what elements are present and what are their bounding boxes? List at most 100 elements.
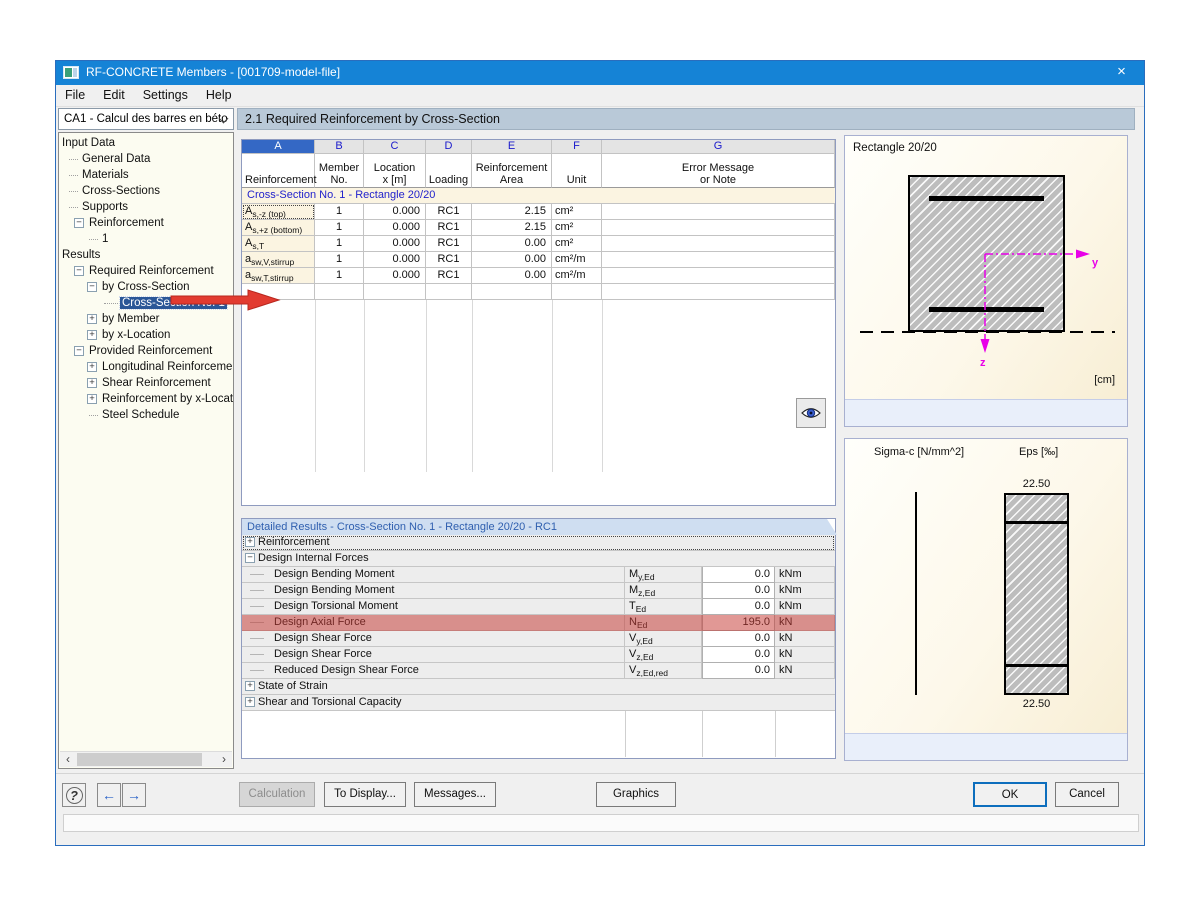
collapse-icon[interactable]: −: [87, 282, 97, 292]
tree-item-by-member[interactable]: + by Member: [59, 311, 233, 327]
cell-unit[interactable]: cm²: [552, 204, 602, 220]
cell-unit[interactable]: cm²: [552, 236, 602, 252]
tree-item-cross-sections[interactable]: Cross-Sections: [59, 183, 233, 199]
table-row-empty[interactable]: [242, 284, 837, 300]
expand-icon[interactable]: +: [245, 681, 255, 691]
cell-area[interactable]: 0.00: [472, 236, 552, 252]
tree-item-shear-reinforcement[interactable]: + Shear Reinforcement: [59, 375, 233, 391]
detail-row[interactable]: Design Bending Moment Mz,Ed 0.0 kNm: [242, 583, 835, 599]
cell-empty[interactable]: [472, 284, 552, 300]
detail-row[interactable]: Design Shear Force Vz,Ed 0.0 kN: [242, 647, 835, 663]
previous-panel-button[interactable]: ←: [97, 783, 121, 807]
expand-icon[interactable]: +: [87, 330, 97, 340]
expand-icon[interactable]: +: [87, 394, 97, 404]
cell-empty[interactable]: [364, 284, 426, 300]
cell-empty[interactable]: [602, 284, 835, 300]
row-label[interactable]: As,-z (top): [242, 204, 315, 220]
table-row[interactable]: asw,T,stirrup 1 0.000 RC1 0.00 cm²/m: [242, 268, 837, 284]
detail-row[interactable]: Design Bending Moment My,Ed 0.0 kNm: [242, 567, 835, 583]
cell-loading[interactable]: RC1: [426, 236, 472, 252]
collapse-icon[interactable]: −: [74, 218, 84, 228]
cell-empty[interactable]: [315, 284, 364, 300]
tree-item-materials[interactable]: Materials: [59, 167, 233, 183]
next-panel-button[interactable]: →: [122, 783, 146, 807]
column-letter-b[interactable]: B: [315, 140, 364, 154]
cell-note[interactable]: [602, 220, 835, 236]
tree-item-reinforcement-by-x-location[interactable]: + Reinforcement by x-Location: [59, 391, 233, 407]
collapse-icon[interactable]: −: [74, 266, 84, 276]
cell-member[interactable]: 1: [315, 252, 364, 268]
help-button[interactable]: ?: [62, 783, 86, 807]
tree-item-steel-schedule[interactable]: Steel Schedule: [59, 407, 233, 423]
tree-item-reinforcement-1[interactable]: 1: [59, 231, 233, 247]
detail-row[interactable]: Design Shear Force Vy,Ed 0.0 kN: [242, 631, 835, 647]
table-row[interactable]: As,+z (bottom) 1 0.000 RC1 2.15 cm²: [242, 220, 837, 236]
tree-item-required-reinforcement[interactable]: − Required Reinforcement: [59, 263, 233, 279]
messages-button[interactable]: Messages...: [414, 782, 496, 807]
cell-unit[interactable]: cm²: [552, 220, 602, 236]
scroll-left-icon[interactable]: ‹: [60, 752, 76, 767]
cell-loading[interactable]: RC1: [426, 268, 472, 284]
table-row[interactable]: As,-z (top) 1 0.000 RC1 2.15 cm²: [242, 204, 837, 220]
tree-item-reinforcement[interactable]: − Reinforcement: [59, 215, 233, 231]
cell-loading[interactable]: RC1: [426, 252, 472, 268]
cell-location[interactable]: 0.000: [364, 204, 426, 220]
detail-section-reinforcement[interactable]: + Reinforcement: [242, 535, 835, 551]
detail-row-value[interactable]: 0.0: [702, 663, 775, 679]
detail-row-design-axial-force-highlighted[interactable]: Design Axial Force NEd 195.0 kN: [242, 615, 835, 631]
detail-row-value[interactable]: 195.0: [702, 615, 775, 631]
expand-icon[interactable]: +: [245, 697, 255, 707]
tree-item-provided-reinforcement[interactable]: − Provided Reinforcement: [59, 343, 233, 359]
detail-row-value[interactable]: 0.0: [702, 567, 775, 583]
tree-item-general-data[interactable]: General Data: [59, 151, 233, 167]
menu-help[interactable]: Help: [197, 85, 241, 102]
cell-note[interactable]: [602, 268, 835, 284]
scroll-right-icon[interactable]: ›: [216, 752, 232, 767]
tree-item-longitudinal-reinforcement[interactable]: + Longitudinal Reinforcement: [59, 359, 233, 375]
ok-button[interactable]: OK: [973, 782, 1047, 807]
tree-item-input-data[interactable]: Input Data: [59, 135, 233, 151]
cell-location[interactable]: 0.000: [364, 252, 426, 268]
table-row[interactable]: asw,V,stirrup 1 0.000 RC1 0.00 cm²/m: [242, 252, 837, 268]
cell-loading[interactable]: RC1: [426, 220, 472, 236]
cell-loading[interactable]: RC1: [426, 204, 472, 220]
cell-area[interactable]: 2.15: [472, 204, 552, 220]
tree-horizontal-scrollbar[interactable]: ‹ ›: [60, 751, 232, 767]
cell-note[interactable]: [602, 236, 835, 252]
cell-member[interactable]: 1: [315, 204, 364, 220]
cancel-button[interactable]: Cancel: [1055, 782, 1119, 807]
column-letter-a[interactable]: A: [242, 140, 315, 154]
view-results-button[interactable]: [796, 398, 826, 428]
calculation-button[interactable]: Calculation: [239, 782, 315, 807]
cell-empty[interactable]: [552, 284, 602, 300]
tree-item-by-x-location[interactable]: + by x-Location: [59, 327, 233, 343]
graphics-button[interactable]: Graphics: [596, 782, 676, 807]
table-row[interactable]: As,T 1 0.000 RC1 0.00 cm²: [242, 236, 837, 252]
expand-icon[interactable]: +: [87, 378, 97, 388]
cell-area[interactable]: 0.00: [472, 252, 552, 268]
cell-location[interactable]: 0.000: [364, 268, 426, 284]
expand-icon[interactable]: +: [87, 362, 97, 372]
column-letter-f[interactable]: F: [552, 140, 602, 154]
column-letter-d[interactable]: D: [426, 140, 472, 154]
column-letter-g[interactable]: G: [602, 140, 835, 154]
menu-file[interactable]: File: [56, 85, 94, 102]
cell-unit[interactable]: cm²/m: [552, 252, 602, 268]
menu-edit[interactable]: Edit: [94, 85, 134, 102]
collapse-icon[interactable]: −: [245, 553, 255, 563]
cell-location[interactable]: 0.000: [364, 236, 426, 252]
detail-row-value[interactable]: 0.0: [702, 599, 775, 615]
detail-row[interactable]: Design Torsional Moment TEd 0.0 kNm: [242, 599, 835, 615]
to-display-button[interactable]: To Display...: [324, 782, 406, 807]
case-selector-dropdown[interactable]: CA1 - Calcul des barres en béto: [58, 108, 234, 130]
cell-member[interactable]: 1: [315, 220, 364, 236]
expand-icon[interactable]: +: [87, 314, 97, 324]
detail-row-value[interactable]: 0.0: [702, 631, 775, 647]
cell-empty[interactable]: [426, 284, 472, 300]
row-label[interactable]: As,+z (bottom): [242, 220, 315, 236]
cell-location[interactable]: 0.000: [364, 220, 426, 236]
column-letter-c[interactable]: C: [364, 140, 426, 154]
close-button[interactable]: ×: [1099, 61, 1144, 85]
cell-member[interactable]: 1: [315, 268, 364, 284]
column-letter-e[interactable]: E: [472, 140, 552, 154]
